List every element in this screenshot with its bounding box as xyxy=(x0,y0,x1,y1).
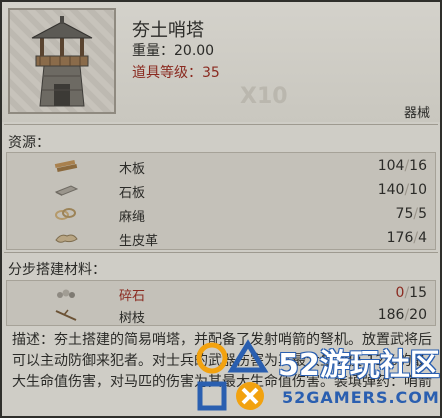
resource-row: 麻绳 75/5 xyxy=(7,203,435,227)
stone-slab-icon xyxy=(54,185,79,196)
item-level: 道具等级：35 xyxy=(132,65,220,81)
section-divider xyxy=(4,252,438,253)
material-name: 树枝 xyxy=(119,311,146,326)
item-title: 夯土哨塔 xyxy=(132,20,204,41)
rope-icon xyxy=(55,208,76,220)
resource-row: 石板 140/10 xyxy=(7,179,435,203)
resource-name: 木板 xyxy=(119,162,146,177)
resource-quantity: 104/16 xyxy=(377,158,427,174)
resource-name: 麻绳 xyxy=(119,210,146,225)
resource-row: 生皮革 176/4 xyxy=(7,227,435,251)
material-quantity: 186/20 xyxy=(377,307,427,323)
material-row: 树枝 186/20 xyxy=(7,304,435,328)
resource-name: 生皮革 xyxy=(119,234,159,249)
item-description: 描述：夯土搭建的简易哨塔，并配备了发射哨箭的弩机。放置武将后可以主动防御来犯者。… xyxy=(12,332,432,390)
material-quantity: 0/15 xyxy=(395,285,427,301)
material-name: 碎石 xyxy=(119,289,146,304)
rawhide-icon xyxy=(55,234,78,243)
resource-row: 木板 104/16 xyxy=(7,155,435,179)
resources-title: 资源： xyxy=(8,135,50,151)
item-header: 夯土哨塔 重量：20.00 道具等级：35 X10 器械 xyxy=(2,2,440,122)
resource-quantity: 176/4 xyxy=(386,230,427,246)
material-row: 碎石 0/15 xyxy=(7,282,435,306)
resource-name: 石板 xyxy=(119,186,146,201)
item-thumbnail xyxy=(8,8,116,114)
gravel-icon xyxy=(57,289,75,298)
background-stack-label: X10 xyxy=(240,84,288,109)
watchtower-icon xyxy=(31,16,93,107)
item-tooltip-panel: 夯土哨塔 重量：20.00 道具等级：35 X10 器械 资源： 木板 104/… xyxy=(0,0,442,418)
resource-quantity: 75/5 xyxy=(395,206,427,222)
resources-list: 木板 104/16 石板 140/10 麻绳 75/5 生皮革 176/4 xyxy=(6,152,436,250)
branch-icon xyxy=(55,309,77,321)
materials-list: 碎石 0/15 树枝 186/20 xyxy=(6,280,436,326)
wood-plank-icon xyxy=(54,159,78,173)
materials-title: 分步搭建材料： xyxy=(8,262,106,278)
resource-quantity: 140/10 xyxy=(377,182,427,198)
item-weight: 重量：20.00 xyxy=(132,43,215,59)
item-category: 器械 xyxy=(403,106,430,121)
header-divider xyxy=(4,124,438,125)
